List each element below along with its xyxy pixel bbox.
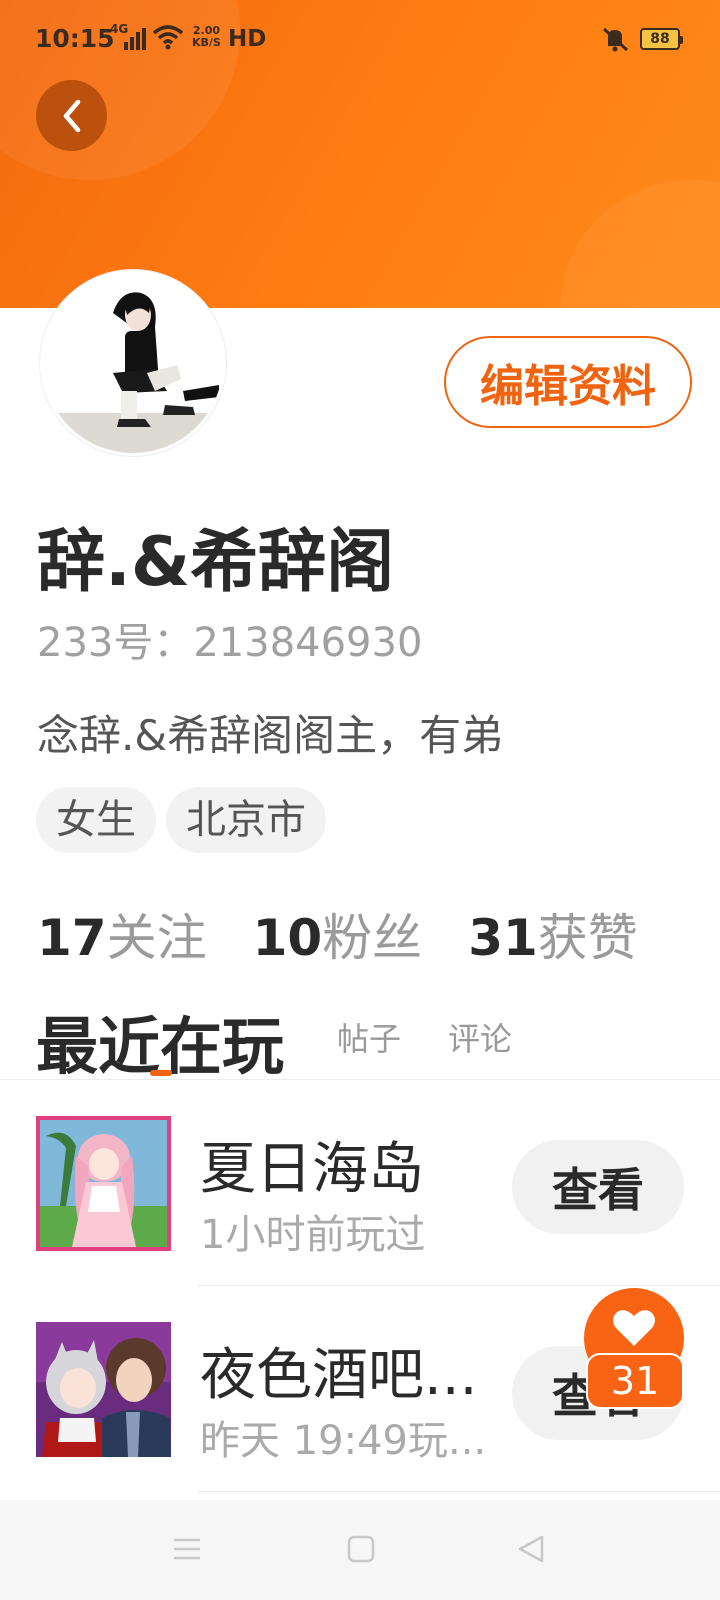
like-count-badge: 31	[586, 1353, 684, 1409]
tab-active-indicator	[150, 1070, 172, 1076]
home-icon[interactable]	[346, 1534, 376, 1564]
tab-comments[interactable]: 评论	[448, 1014, 512, 1060]
menu-icon[interactable]	[172, 1534, 202, 1564]
user-bio: 念辞.&希辞阁阁主，有弟	[37, 711, 504, 760]
back-nav-icon[interactable]	[516, 1534, 546, 1564]
game-last-played: 1小时前玩过	[200, 1212, 426, 1258]
status-time: 10:15	[35, 24, 115, 53]
tab-posts[interactable]: 帖子	[337, 1014, 401, 1060]
game-list-item[interactable]: 夏日海岛 1小时前玩过 查看	[0, 1080, 720, 1286]
wifi-icon	[152, 25, 184, 50]
tag-location: 北京市	[166, 787, 326, 853]
game-last-played: 昨天 19:49玩...	[200, 1418, 487, 1464]
network-speed: 2.00 KB/S	[192, 24, 221, 49]
signal-icon	[122, 26, 146, 50]
system-navigation-bar	[0, 1500, 720, 1600]
avatar[interactable]	[40, 270, 226, 456]
username: 辞.&希辞阁	[37, 523, 395, 602]
profile-tags: 女生 北京市	[36, 787, 326, 853]
game-thumbnail	[36, 1116, 171, 1251]
hd-indicator: HD	[228, 26, 267, 52]
back-button[interactable]	[36, 80, 107, 151]
profile-tabs: 最近在玩 帖子 评论	[36, 996, 686, 1083]
mute-bell-icon	[602, 27, 629, 52]
game-title: 夜色酒吧...	[200, 1343, 478, 1408]
game-thumbnail	[36, 1322, 171, 1457]
chevron-left-icon	[63, 99, 80, 132]
view-game-button[interactable]: 查看	[512, 1140, 684, 1234]
user-id: 233号：213846930	[37, 620, 423, 666]
stat-following[interactable]: 17关注	[37, 898, 207, 970]
profile-stats: 17关注 10粉丝 31获赞	[37, 898, 684, 970]
heart-icon	[613, 1310, 655, 1346]
game-title: 夏日海岛	[200, 1137, 424, 1202]
battery-indicator: 88	[640, 28, 683, 50]
edit-profile-button[interactable]: 编辑资料	[444, 336, 692, 428]
stat-followers[interactable]: 10粉丝	[253, 898, 423, 970]
stat-likes[interactable]: 31获赞	[468, 898, 638, 970]
status-bar: 10:15 4G 2.00 KB/S HD 88	[0, 0, 720, 80]
tag-gender: 女生	[36, 787, 156, 853]
